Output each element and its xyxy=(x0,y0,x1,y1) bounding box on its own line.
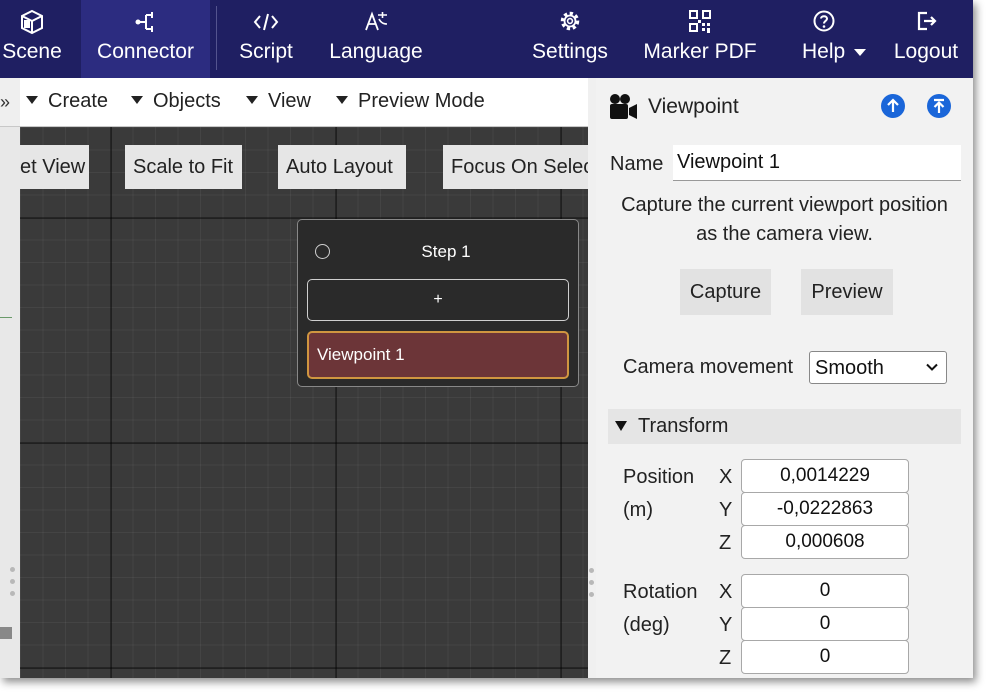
qr-icon xyxy=(689,10,711,33)
strip-block xyxy=(0,627,12,639)
nav-script-label: Script xyxy=(239,40,293,63)
focus-on-selection-button[interactable]: Focus On Selec xyxy=(443,145,588,189)
nav-logout-label: Logout xyxy=(893,40,959,63)
step-node[interactable]: Step 1 + Viewpoint 1 xyxy=(297,219,579,387)
reset-view-button[interactable]: et View xyxy=(20,145,89,189)
nav-script[interactable]: Script xyxy=(230,0,302,78)
dropdown-caret-icon xyxy=(246,95,258,104)
camera-movement-value: Smooth xyxy=(815,357,884,379)
triangle-down-icon xyxy=(615,421,627,431)
app-window: Scene Connector Script Language Settings… xyxy=(0,0,973,678)
axis-x-label: X xyxy=(719,581,733,603)
panel-splitter[interactable] xyxy=(588,78,596,678)
position-z-input[interactable]: 0,000608 xyxy=(741,525,909,559)
nav-marker-pdf[interactable]: Marker PDF xyxy=(638,0,762,78)
chevron-down-icon xyxy=(926,363,938,371)
name-label: Name xyxy=(610,153,664,175)
transform-section-header[interactable]: Transform xyxy=(608,409,961,444)
name-input[interactable]: Viewpoint 1 xyxy=(673,145,961,181)
top-nav: Scene Connector Script Language Settings… xyxy=(0,0,973,78)
code-icon xyxy=(253,13,279,31)
rotation-z-input[interactable]: 0 xyxy=(741,640,909,674)
transform-label: Transform xyxy=(638,415,729,437)
nav-help-label: Help xyxy=(802,40,846,63)
nav-scene[interactable]: Scene xyxy=(0,0,64,78)
dropdown-caret-icon xyxy=(336,95,348,104)
nav-help[interactable]: Help xyxy=(796,0,872,78)
nav-help-label-wrap: Help xyxy=(802,40,872,64)
menu-preview-mode-label: Preview Mode xyxy=(358,90,485,112)
nav-settings-label: Settings xyxy=(532,40,608,63)
resize-dot xyxy=(589,580,594,585)
nav-separator xyxy=(216,6,217,70)
nav-logout[interactable]: Logout xyxy=(884,0,968,78)
arrow-up-icon[interactable] xyxy=(881,94,905,118)
nav-settings[interactable]: Settings xyxy=(524,0,616,78)
logout-icon xyxy=(917,11,937,31)
position-x-input[interactable]: 0,0014229 xyxy=(741,459,909,493)
menu-objects-label: Objects xyxy=(153,90,221,112)
add-action-button[interactable]: + xyxy=(307,279,569,321)
camera-movement-label: Camera movement xyxy=(623,356,794,378)
menu-create-label: Create xyxy=(48,90,109,112)
preview-button[interactable]: Preview xyxy=(801,269,893,315)
scene-icon xyxy=(21,9,43,35)
camera-icon xyxy=(610,94,637,119)
rotation-label: Rotation xyxy=(623,581,698,603)
arrow-to-top-icon[interactable] xyxy=(927,94,951,118)
language-icon xyxy=(365,11,388,31)
gear-icon xyxy=(560,11,580,31)
resize-dot xyxy=(589,568,594,573)
step-title: Step 1 xyxy=(421,242,471,261)
menu-objects[interactable]: Objects xyxy=(131,90,221,113)
description-line-2: as the camera view. xyxy=(696,223,873,245)
nav-language-label: Language xyxy=(329,40,423,63)
description-line-1: Capture the current viewport position xyxy=(621,194,948,216)
resize-dot xyxy=(589,592,594,597)
axis-z-label: Z xyxy=(719,647,732,669)
position-label: Position xyxy=(623,466,695,488)
help-icon xyxy=(813,10,835,32)
dropdown-caret-icon xyxy=(26,95,38,104)
menu-preview-mode[interactable]: Preview Mode xyxy=(336,90,485,113)
nav-scene-label: Scene xyxy=(2,40,62,63)
axis-x-label: X xyxy=(719,466,733,488)
menu-view[interactable]: View xyxy=(246,90,311,113)
strip-line xyxy=(0,317,12,318)
camera-movement-select[interactable]: Smooth xyxy=(809,351,947,384)
position-y-input[interactable]: -0,0222863 xyxy=(741,492,909,526)
position-unit: (m) xyxy=(623,499,653,521)
rotation-x-input[interactable]: 0 xyxy=(741,574,909,608)
axis-y-label: Y xyxy=(719,614,733,636)
resize-dot xyxy=(10,567,15,572)
panel-title: Viewpoint xyxy=(648,95,739,118)
rotation-y-input[interactable]: 0 xyxy=(741,607,909,641)
node-canvas[interactable] xyxy=(20,127,588,678)
nav-marker-pdf-label: Marker PDF xyxy=(643,40,757,63)
scale-to-fit-button[interactable]: Scale to Fit xyxy=(125,145,242,189)
properties-panel: Viewpoint Name Viewpoint 1 Capture the c… xyxy=(596,78,973,678)
menu-view-label: View xyxy=(268,90,311,112)
rotation-unit: (deg) xyxy=(623,614,670,636)
chevron-down-icon xyxy=(854,48,867,56)
resize-dot xyxy=(10,579,15,584)
nav-language[interactable]: Language xyxy=(322,0,430,78)
menu-create[interactable]: Create xyxy=(26,90,108,113)
nav-connector[interactable]: Connector xyxy=(81,0,210,78)
overflow-chevron-icon[interactable]: » xyxy=(0,92,10,113)
dropdown-caret-icon xyxy=(131,95,143,104)
left-panel-strip xyxy=(0,127,20,678)
axis-y-label: Y xyxy=(719,499,733,521)
capture-button[interactable]: Capture xyxy=(680,269,771,315)
resize-dot xyxy=(10,591,15,596)
nav-connector-label: Connector xyxy=(97,40,194,63)
viewpoint-action[interactable]: Viewpoint 1 xyxy=(307,331,569,379)
axis-z-label: Z xyxy=(719,532,732,554)
auto-layout-button[interactable]: Auto Layout xyxy=(278,145,406,189)
connector-icon xyxy=(135,12,153,32)
